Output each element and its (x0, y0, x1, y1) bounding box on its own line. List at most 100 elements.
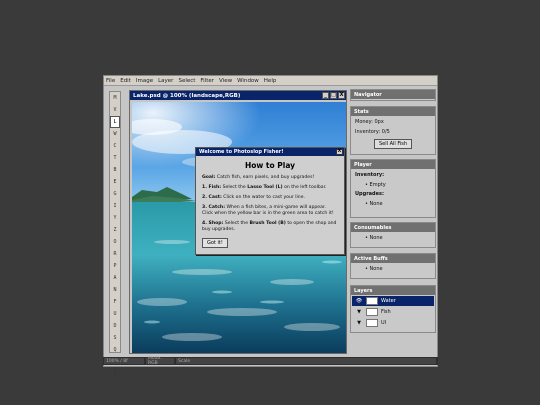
tool-z-icon[interactable]: Z (110, 224, 120, 236)
layer-expand-icon[interactable]: ▼ (355, 320, 363, 326)
menu-select[interactable]: Select (178, 78, 195, 84)
money-line: Money: 0px (355, 119, 431, 125)
tool-p-icon[interactable]: P (110, 260, 120, 272)
tool-t-icon[interactable]: T (110, 152, 120, 164)
player-panel: Player Inventory: • Empty Upgrades: • No… (350, 159, 436, 218)
buffs-item: • None (365, 266, 383, 272)
layer-name-ui: UI (381, 320, 387, 326)
step-cast: 2. Cast: Click on the water to cast your… (202, 195, 338, 201)
menu-file[interactable]: File (106, 78, 115, 84)
step3-label: 3. Catch: (202, 205, 226, 210)
tool-c-icon[interactable]: C (110, 140, 120, 152)
stats-title[interactable]: Stats (351, 107, 435, 116)
dialog-titlebar[interactable]: Welcome to Photoslop Fisher! X (196, 148, 344, 156)
money-label: Money: (355, 119, 373, 125)
step-shop: 4. Shop: Select the Brush Tool (B) to op… (202, 221, 338, 233)
layer-row-ui[interactable]: ▼ UI (352, 318, 434, 328)
consumables-value: None (369, 235, 383, 241)
step4-tool: Brush Tool (B) (249, 221, 286, 226)
tool-y-icon[interactable]: Y (110, 212, 120, 224)
tool-s-icon[interactable]: S (110, 332, 120, 344)
goal-label: Goal: (202, 175, 216, 180)
tool-a-icon[interactable]: A (110, 272, 120, 284)
upgrades-value: None (369, 201, 383, 207)
layer-name-fish: Fish (381, 309, 391, 315)
status-info: Scale (176, 358, 436, 364)
goal-body: Catch fish, earn pixels, and buy upgrade… (216, 175, 315, 180)
step1-post: on the left toolbar. (284, 185, 327, 190)
layers-panel: Layers 👁 Water ▼ Fish ▼ UI (350, 285, 436, 333)
step1-tool: Lasso Tool (L) (247, 185, 283, 190)
player-inventory-heading: Inventory: (355, 172, 385, 178)
consumables-item: • None (365, 235, 383, 241)
tool-z-icon[interactable]: Z (110, 368, 120, 380)
goal-text: Goal: Catch fish, earn pixels, and buy u… (202, 175, 338, 181)
menu-edit[interactable]: Edit (120, 78, 131, 84)
dialog-heading: How to Play (244, 161, 296, 170)
navigator-title[interactable]: Navigator (351, 90, 435, 99)
menu-bar: File Edit Image Layer Select Filter View… (104, 76, 437, 86)
layer-expand-icon[interactable]: ▼ (355, 309, 363, 315)
tool-palette: MVLWCTBEGIYZORPANFUDSQHZ (109, 91, 121, 377)
step-fish: 1. Fish: Select the Lasso Tool (L) on th… (202, 185, 338, 191)
menu-layer[interactable]: Layer (158, 78, 173, 84)
dialog-close-button[interactable]: X (336, 149, 343, 155)
tool-q-icon[interactable]: Q (110, 344, 120, 356)
player-inventory-value: Empty (369, 182, 386, 188)
consumables-title[interactable]: Consumables (351, 223, 435, 232)
menu-view[interactable]: View (219, 78, 232, 84)
sell-all-fish-button[interactable]: Sell All Fish (373, 139, 413, 149)
menu-image[interactable]: Image (136, 78, 153, 84)
tool-e-icon[interactable]: E (110, 176, 120, 188)
layers-title[interactable]: Layers (351, 286, 435, 295)
tool-i-icon[interactable]: I (110, 200, 120, 212)
eye-icon[interactable]: 👁 (355, 298, 363, 304)
tool-n-icon[interactable]: N (110, 284, 120, 296)
tool-w-icon[interactable]: W (110, 128, 120, 140)
menu-help[interactable]: Help (264, 78, 277, 84)
tool-l-icon[interactable]: L (110, 116, 120, 128)
layer-thumbnail (366, 308, 378, 316)
status-zoom: 100% / 8f (104, 358, 144, 364)
player-title[interactable]: Player (351, 160, 435, 169)
minimize-button[interactable]: _ (322, 92, 329, 99)
step4-label: 4. Shop: (202, 221, 224, 226)
tool-d-icon[interactable]: D (110, 320, 120, 332)
upgrades-item: • None (365, 201, 383, 207)
tool-b-icon[interactable]: B (110, 164, 120, 176)
maximize-button[interactable]: □ (330, 92, 337, 99)
layer-name-water: Water (381, 298, 396, 304)
tool-r-icon[interactable]: R (110, 248, 120, 260)
menu-filter[interactable]: Filter (200, 78, 214, 84)
step1-pre: Select the (222, 185, 246, 190)
layer-row-fish[interactable]: ▼ Fish (352, 307, 434, 317)
step4-pre: Select the (224, 221, 249, 226)
step-catch: 3. Catch: When a fish bites, a mini-game… (202, 205, 338, 217)
consumables-panel: Consumables • None (350, 222, 436, 248)
document-title: Lake.psd @ 100% (landscape,RGB) (133, 92, 241, 99)
tool-u-icon[interactable]: U (110, 308, 120, 320)
active-buffs-panel: Active Buffs • None (350, 253, 436, 279)
tool-v-icon[interactable]: V (110, 104, 120, 116)
menu-window[interactable]: Window (237, 78, 259, 84)
status-mode: Mode: RGB (146, 356, 174, 366)
how-to-play-dialog: Welcome to Photoslop Fisher! X How to Pl… (195, 147, 345, 255)
active-buffs-title[interactable]: Active Buffs (351, 254, 435, 263)
dialog-title: Welcome to Photoslop Fisher! (199, 149, 284, 155)
layer-thumbnail (366, 297, 378, 305)
inventory-value: 0/5 (381, 129, 390, 135)
step2-body: Click on the water to cast your line. (223, 195, 305, 200)
money-value: 0px (374, 119, 384, 125)
tool-o-icon[interactable]: O (110, 236, 120, 248)
step1-label: 1. Fish: (202, 185, 222, 190)
tool-f-icon[interactable]: F (110, 296, 120, 308)
status-bar: 100% / 8f Mode: RGB Scale (103, 356, 438, 366)
close-button[interactable]: X (338, 92, 345, 99)
got-it-button[interactable]: Got it! (202, 238, 228, 248)
stats-panel: Stats Money: 0px Inventory: 0/5 Sell All… (350, 106, 436, 155)
tool-m-icon[interactable]: M (110, 92, 120, 104)
buffs-value: None (369, 266, 383, 272)
layer-row-water[interactable]: 👁 Water (352, 296, 434, 306)
document-titlebar[interactable]: Lake.psd @ 100% (landscape,RGB) _ □ X (130, 91, 346, 100)
tool-g-icon[interactable]: G (110, 188, 120, 200)
